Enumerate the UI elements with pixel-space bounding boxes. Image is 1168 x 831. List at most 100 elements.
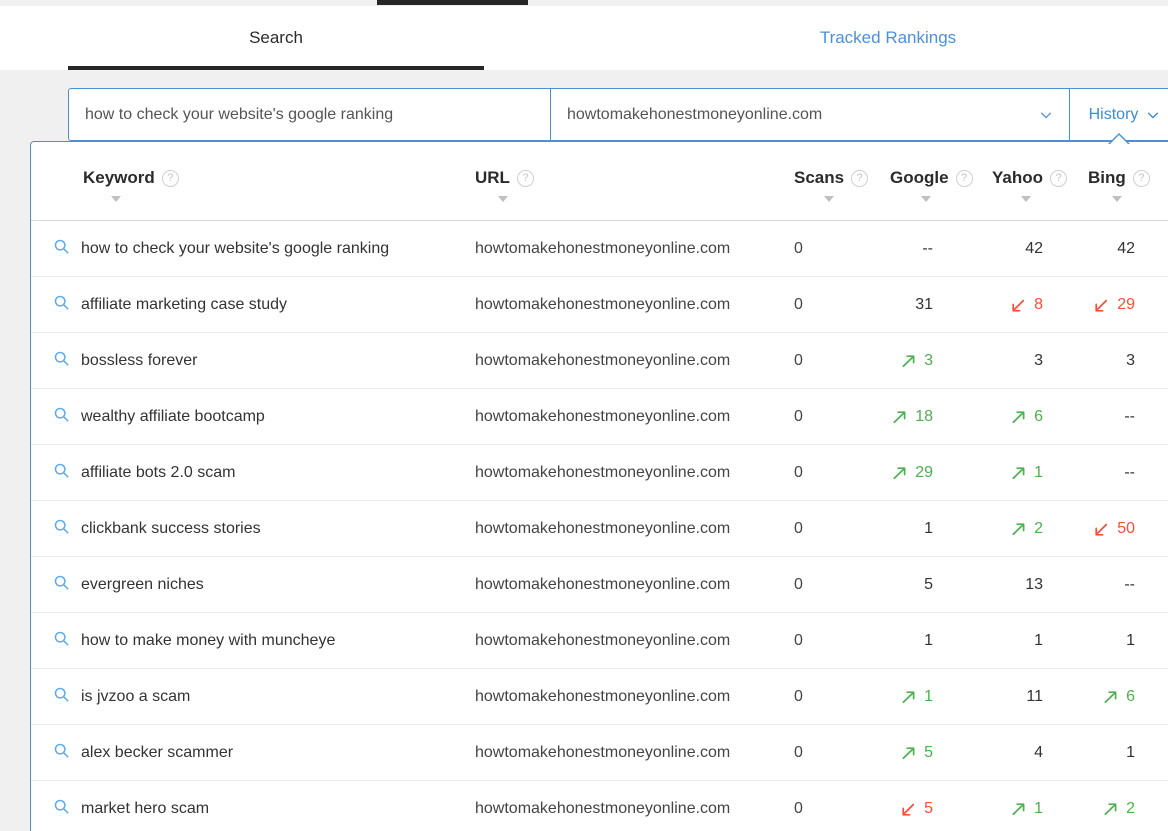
table-row[interactable]: market hero scam howtomakehonestmoneyonli… [31, 781, 1168, 831]
search-icon[interactable] [53, 686, 70, 708]
cell-keyword-value: how to make money with muncheye [81, 632, 336, 649]
keyword-input[interactable]: how to check your website's google ranki… [68, 88, 550, 141]
domain-select[interactable]: howtomakehonestmoneyonline.com [550, 88, 1070, 141]
cell-yahoo: 1 [943, 613, 1043, 669]
cell-yahoo: 1 [943, 781, 1043, 831]
sort-indicator-bing[interactable] [1112, 196, 1122, 202]
table-row[interactable]: affiliate marketing case study howtomakeh… [31, 277, 1168, 333]
cell-keyword[interactable]: market hero scam [53, 781, 209, 831]
cell-keyword[interactable]: clickbank success stories [53, 501, 261, 557]
cell-keyword[interactable]: bossless forever [53, 333, 198, 389]
cell-google: 3 [831, 333, 933, 389]
cell-scans-value: 0 [794, 576, 803, 593]
cell-scans: 0 [794, 277, 803, 333]
search-icon[interactable] [53, 574, 70, 596]
keyword-input-value: how to check your website's google ranki… [85, 105, 394, 123]
cell-url: howtomakehonestmoneyonline.com [475, 333, 730, 389]
cell-google: 5 [831, 781, 933, 831]
trend-up-icon [900, 689, 917, 706]
cell-keyword[interactable]: how to make money with muncheye [53, 613, 335, 669]
search-icon[interactable] [53, 462, 70, 484]
cell-keyword-value: how to check your website's google ranki… [81, 240, 390, 257]
app-root: Search Tracked Rankings how to check you… [0, 0, 1168, 831]
sort-indicator-scans[interactable] [824, 196, 834, 202]
sort-indicator-keyword[interactable] [111, 196, 121, 202]
table-row[interactable]: bossless forever howtomakehonestmoneyonli… [31, 333, 1168, 389]
column-header-google-label: Google [890, 168, 949, 187]
cell-scans-value: 0 [794, 296, 803, 313]
help-icon[interactable]: ? [955, 169, 973, 187]
column-header-scans[interactable]: Scans ? [794, 168, 869, 188]
help-icon[interactable]: ? [851, 169, 869, 187]
search-icon[interactable] [53, 238, 70, 260]
table-row[interactable]: wealthy affiliate bootcamp howtomakehones… [31, 389, 1168, 445]
sort-indicator-url[interactable] [498, 196, 508, 202]
search-icon[interactable] [53, 798, 70, 820]
column-header-bing[interactable]: Bing ? [1088, 168, 1150, 188]
cell-google: 18 [831, 389, 933, 445]
cell-keyword-value: market hero scam [81, 800, 210, 817]
cell-keyword[interactable]: how to check your website's google ranki… [53, 221, 389, 277]
cell-google-value: 5 [924, 800, 933, 817]
cell-google: 5 [831, 725, 933, 781]
search-icon[interactable] [53, 350, 70, 372]
cell-bing: -- [1053, 557, 1135, 613]
cell-google-value: 3 [924, 352, 933, 369]
help-icon[interactable]: ? [1132, 169, 1150, 187]
sort-indicator-google[interactable] [921, 196, 931, 202]
cell-scans: 0 [794, 389, 803, 445]
trend-down-icon [1093, 521, 1110, 538]
search-icon[interactable] [53, 742, 70, 764]
top-active-tab-indicator [377, 0, 528, 5]
search-icon[interactable] [53, 630, 70, 652]
search-icon[interactable] [53, 406, 70, 428]
cell-url-value: howtomakehonestmoneyonline.com [475, 800, 731, 817]
sort-indicator-yahoo[interactable] [1021, 196, 1031, 202]
table-row[interactable]: clickbank success stories howtomakehonest… [31, 501, 1168, 557]
search-icon[interactable] [53, 294, 70, 316]
cell-bing-value: -- [1124, 408, 1135, 425]
cell-yahoo-value: 8 [1034, 296, 1043, 313]
cell-scans: 0 [794, 501, 803, 557]
cell-url: howtomakehonestmoneyonline.com [475, 501, 730, 557]
cell-keyword[interactable]: wealthy affiliate bootcamp [53, 389, 265, 445]
trend-up-icon [1010, 801, 1027, 818]
cell-yahoo: 2 [943, 501, 1043, 557]
cell-keyword[interactable]: affiliate bots 2.0 scam [53, 445, 235, 501]
column-header-yahoo[interactable]: Yahoo ? [992, 168, 1068, 188]
chevron-down-icon [1146, 108, 1160, 122]
cell-yahoo-value: 1 [1034, 464, 1043, 481]
cell-keyword[interactable]: is jvzoo a scam [53, 669, 190, 725]
cell-url-value: howtomakehonestmoneyonline.com [475, 632, 731, 649]
cell-google: 31 [831, 277, 933, 333]
table-row[interactable]: evergreen niches howtomakehonestmoneyonli… [31, 557, 1168, 613]
column-header-google[interactable]: Google ? [890, 168, 973, 188]
table-row[interactable]: how to check your website's google ranki… [31, 221, 1168, 277]
cell-bing: -- [1053, 389, 1135, 445]
cell-bing: 29 [1053, 277, 1135, 333]
help-icon[interactable]: ? [516, 169, 534, 187]
column-header-url[interactable]: URL ? [475, 168, 534, 188]
cell-scans-value: 0 [794, 408, 803, 425]
table-row[interactable]: affiliate bots 2.0 scam howtomakehonestmo… [31, 445, 1168, 501]
cell-url-value: howtomakehonestmoneyonline.com [475, 408, 731, 425]
cell-google-value: 1 [924, 688, 933, 705]
table-row[interactable]: how to make money with muncheye howtomake… [31, 613, 1168, 669]
cell-yahoo: 1 [943, 445, 1043, 501]
table-row[interactable]: alex becker scammer howtomakehonestmoneyo… [31, 725, 1168, 781]
tab-tracked-rankings[interactable]: Tracked Rankings [680, 6, 1096, 70]
trend-down-icon [1093, 297, 1110, 314]
help-icon[interactable]: ? [1050, 169, 1068, 187]
cell-scans-value: 0 [794, 464, 803, 481]
cell-keyword[interactable]: alex becker scammer [53, 725, 233, 781]
cell-keyword[interactable]: evergreen niches [53, 557, 204, 613]
search-icon[interactable] [53, 518, 70, 540]
cell-keyword[interactable]: affiliate marketing case study [53, 277, 287, 333]
cell-url-value: howtomakehonestmoneyonline.com [475, 576, 731, 593]
cell-url-value: howtomakehonestmoneyonline.com [475, 240, 731, 257]
help-icon[interactable]: ? [161, 169, 179, 187]
tab-search[interactable]: Search [68, 6, 484, 70]
column-header-keyword[interactable]: Keyword ? [83, 168, 179, 188]
table-row[interactable]: is jvzoo a scam howtomakehonestmoneyonlin… [31, 669, 1168, 725]
cell-yahoo-value: 1 [1034, 632, 1043, 649]
